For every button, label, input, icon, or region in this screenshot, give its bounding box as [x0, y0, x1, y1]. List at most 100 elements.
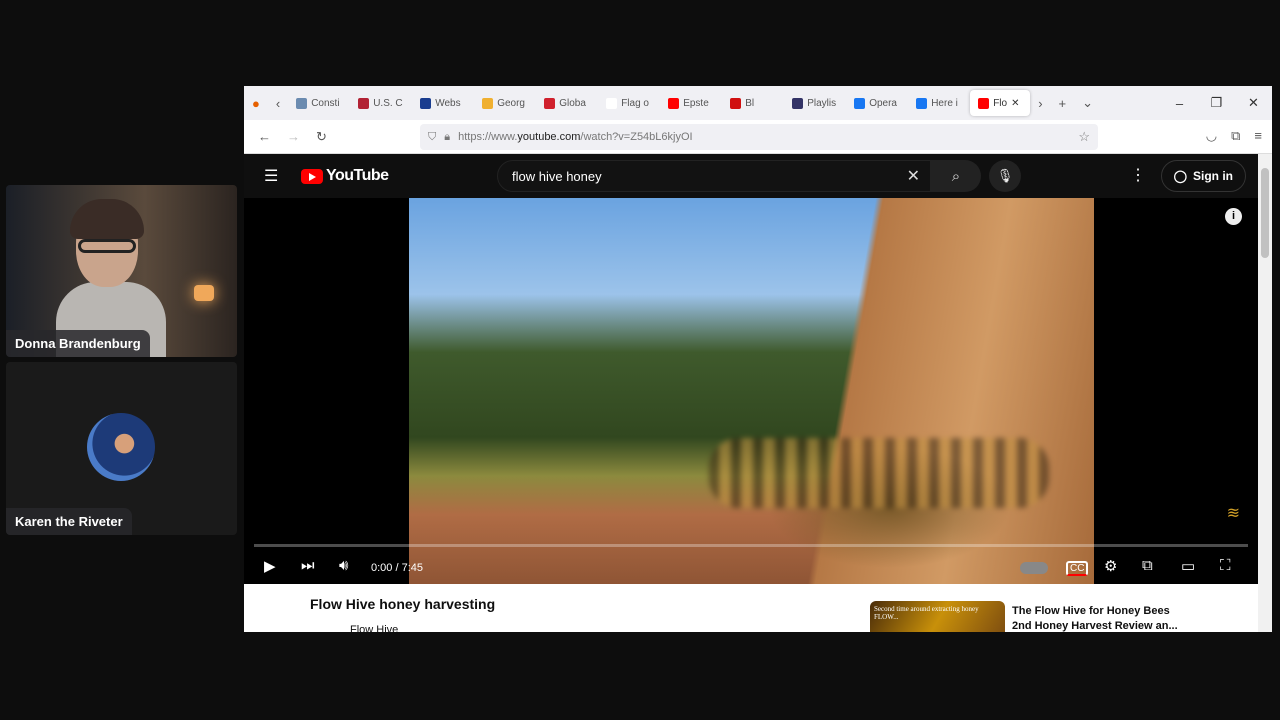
tabs-scroll-right-icon[interactable]: ›: [1030, 96, 1050, 111]
close-window-icon[interactable]: ✕: [1235, 95, 1272, 111]
fullscreen-icon[interactable]: ⛶: [1220, 557, 1231, 574]
related-video-title[interactable]: The Flow Hive for Honey Bees 2nd Honey Ha…: [1012, 604, 1178, 632]
time-display: 0:00 / 7:45: [371, 562, 423, 574]
related-title-line1: The Flow Hive for Honey Bees: [1012, 605, 1170, 617]
reload-icon[interactable]: ↻: [308, 129, 335, 145]
facebook-icon: [854, 97, 866, 109]
bookmark-star-icon[interactable]: ☆: [1078, 129, 1090, 145]
tab-label: Consti: [311, 97, 340, 109]
player-controls: ▶ ⏭ 🔊︎ 0:00 / 7:45 CC ⚙ ⧉ ▭ ⛶: [244, 553, 1258, 583]
theater-mode-icon[interactable]: ▭: [1181, 557, 1195, 575]
tab[interactable]: Globa: [536, 90, 598, 116]
flame-icon: [482, 97, 494, 109]
restore-icon[interactable]: ❐: [1198, 95, 1235, 111]
us-flag-icon: [358, 97, 370, 109]
lock-icon[interactable]: 🔒︎: [444, 131, 450, 144]
shield-icon[interactable]: ⛉: [428, 131, 436, 144]
video-tile-donna[interactable]: Donna Brandenburg: [6, 185, 237, 357]
tab-label: U.S. C: [373, 97, 403, 109]
logo-text: YouTube: [326, 167, 389, 184]
info-icon[interactable]: i: [1225, 208, 1242, 225]
tab-label: Opera: [869, 97, 897, 109]
url-path: /watch?v=Z54bL6kjyOI: [580, 131, 693, 143]
clear-search-icon[interactable]: ✕: [907, 166, 920, 186]
avatar: [87, 413, 155, 481]
browser-window: ● ‹ Consti U.S. C Webs Georg Globa Flag o Epst…: [244, 86, 1272, 632]
tabs-scroll-left-icon[interactable]: ‹: [268, 96, 288, 111]
tab[interactable]: Playlis: [784, 90, 846, 116]
youtube-play-icon: [301, 168, 323, 184]
close-tab-icon[interactable]: ✕: [1011, 98, 1019, 109]
lamp: [194, 285, 214, 301]
hamburger-icon[interactable]: ☰: [264, 166, 278, 186]
related-video-thumbnail[interactable]: Second time around extracting honey FLOW…: [870, 601, 1005, 632]
tab[interactable]: Flo ✕: [970, 90, 1031, 116]
tab[interactable]: Georg: [474, 90, 536, 116]
tab-label: Here i: [931, 97, 958, 109]
forward-icon[interactable]: →: [279, 129, 308, 144]
url-prefix: https://www.: [458, 131, 518, 143]
back-icon[interactable]: ←: [250, 129, 279, 144]
video-tile-karen[interactable]: Karen the Riveter: [6, 362, 237, 535]
related-title-line2: 2nd Honey Harvest Review an...: [1012, 620, 1178, 632]
tab-label: Georg: [497, 97, 525, 109]
tab[interactable]: Epste: [660, 90, 722, 116]
play-icon[interactable]: ▶: [264, 557, 276, 575]
nav-bar: ← → ↻ ⛉ 🔒︎ https://www.youtube.com/watch…: [244, 120, 1272, 154]
sign-in-button[interactable]: ◯ Sign in: [1160, 160, 1246, 192]
search-button[interactable]: ⌕: [931, 160, 981, 192]
list-tabs-icon[interactable]: ⌄: [1074, 95, 1101, 111]
tab[interactable]: U.S. C: [350, 90, 412, 116]
youtube-page: ☰ YouTube flow hive honey ✕ ⌕ 🎙︎ ⋮ ◯ Sign …: [244, 154, 1258, 632]
youtube-header: ☰ YouTube flow hive honey ✕ ⌕ 🎙︎ ⋮ ◯ Sign …: [244, 154, 1258, 198]
volume-icon[interactable]: 🔊︎: [339, 557, 348, 574]
progress-bar[interactable]: [254, 544, 1248, 547]
tab[interactable]: Opera: [846, 90, 908, 116]
tab-label: Webs: [435, 97, 461, 109]
building-icon: [296, 97, 308, 109]
youtube-logo[interactable]: YouTube: [301, 167, 389, 185]
tab[interactable]: Bl: [722, 90, 784, 116]
record-icon: [730, 97, 742, 109]
search-input[interactable]: flow hive honey ✕: [497, 160, 931, 192]
more-options-icon[interactable]: ⋮: [1130, 165, 1146, 185]
playlist-icon: [792, 97, 804, 109]
tab[interactable]: Webs: [412, 90, 474, 116]
tab-label: Globa: [559, 97, 586, 109]
tab[interactable]: Flag o: [598, 90, 660, 116]
tab-label: Flag o: [621, 97, 649, 109]
j-icon: [420, 97, 432, 109]
url-domain: youtube.com: [517, 131, 581, 143]
youtube-icon: [668, 97, 680, 109]
channel-name[interactable]: Flow Hive: [350, 624, 398, 632]
tab[interactable]: Here i: [908, 90, 970, 116]
pocket-icon[interactable]: ◡: [1206, 128, 1217, 144]
scrollbar[interactable]: [1258, 154, 1272, 632]
flow-hive-watermark-icon: ≋: [1226, 505, 1240, 522]
settings-icon[interactable]: ⚙: [1104, 557, 1117, 575]
new-tab-icon[interactable]: +: [1051, 96, 1075, 111]
tab-label: Playlis: [807, 97, 837, 109]
firefox-icon[interactable]: ●: [244, 96, 268, 111]
menu-icon[interactable]: ≡: [1254, 128, 1262, 144]
video-title: Flow Hive honey harvesting: [310, 596, 496, 612]
minimize-icon[interactable]: –: [1161, 96, 1198, 111]
mic-icon[interactable]: 🎙︎: [989, 160, 1021, 192]
next-icon[interactable]: ⏭: [301, 557, 315, 574]
extensions-icon[interactable]: ⧉: [1231, 128, 1240, 144]
account-icon: ◯: [1173, 169, 1187, 183]
flag-icon: [544, 97, 556, 109]
search-value: flow hive honey: [512, 168, 602, 184]
miniplayer-icon[interactable]: ⧉: [1142, 557, 1153, 574]
tab-bar: ● ‹ Consti U.S. C Webs Georg Globa Flag o Epst…: [244, 86, 1272, 120]
participant-name: Karen the Riveter: [6, 508, 132, 535]
video-player[interactable]: i ≋ ▶ ⏭ 🔊︎ 0:00 / 7:45 CC ⚙ ⧉ ▭ ⛶: [244, 198, 1258, 584]
video-frame: [409, 198, 1094, 584]
autoplay-toggle[interactable]: [1020, 562, 1048, 574]
youtube-icon: [978, 97, 990, 109]
url-bar[interactable]: ⛉ 🔒︎ https://www.youtube.com/watch?v=Z54…: [420, 124, 1098, 150]
tab[interactable]: Consti: [288, 90, 350, 116]
facebook-icon: [916, 97, 928, 109]
captions-icon[interactable]: CC: [1066, 561, 1089, 576]
tab-label: Flo: [993, 97, 1008, 109]
